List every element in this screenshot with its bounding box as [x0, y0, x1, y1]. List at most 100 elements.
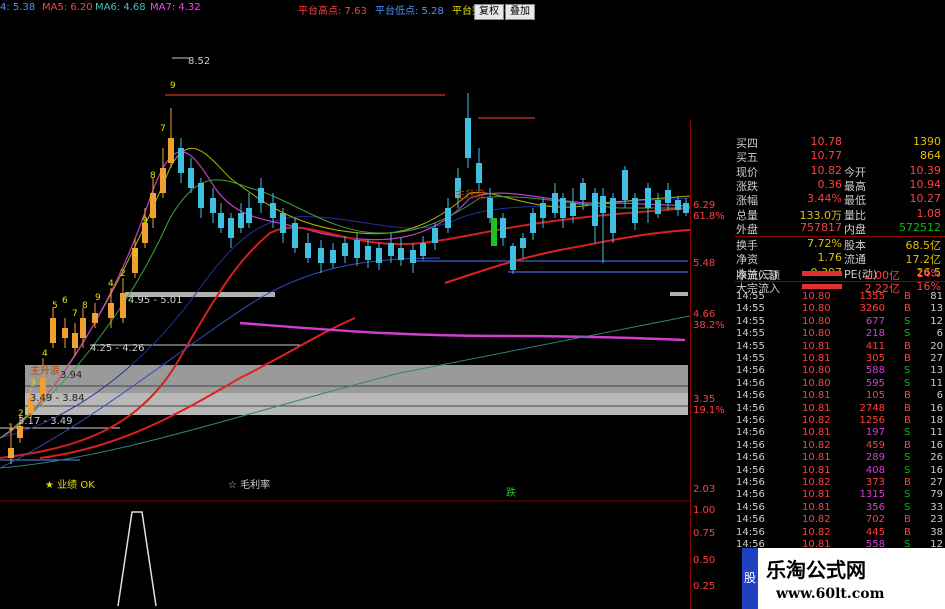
- tick-row[interactable]: 14:56 10.81 289 S 26: [734, 452, 945, 464]
- tick-row[interactable]: 14:56 10.81 408 S 16: [734, 465, 945, 477]
- candle: [388, 243, 394, 256]
- tick-price: 10.82: [802, 439, 831, 451]
- tick-row[interactable]: 14:55 10.80 1355 B 81: [734, 291, 945, 303]
- count-label: 8: [150, 171, 156, 181]
- ma6-readout: MA6: 4.68: [95, 2, 146, 13]
- tick-side: B: [904, 514, 911, 526]
- tick-side: S: [904, 328, 911, 340]
- tick-count: 81: [930, 291, 943, 302]
- candle: [228, 218, 234, 238]
- candle: [570, 203, 576, 216]
- quote-row: 买五 10.77 864: [734, 149, 945, 164]
- support-zone-band: [25, 393, 688, 415]
- candle: [465, 118, 471, 158]
- candle: [258, 188, 264, 203]
- candle: [365, 246, 371, 260]
- zone-label: 4.25 - 4.26: [90, 343, 145, 354]
- tick-row[interactable]: 14:56 10.81 197 S 11: [734, 427, 945, 439]
- tick-time: 14:56: [736, 477, 765, 488]
- tick-row[interactable]: 14:56 10.82 459 B 16: [734, 440, 945, 452]
- quote-row: 现价 10.82 今开 10.39: [734, 163, 945, 179]
- quote-v2: 10.39: [909, 163, 942, 177]
- tick-side: B: [904, 415, 911, 426]
- candle: [188, 168, 194, 188]
- axis-pct: 38.2%: [693, 320, 725, 331]
- candle: [600, 196, 606, 213]
- candle: [280, 213, 286, 233]
- support-zone-bar: [670, 292, 688, 296]
- kline-chart[interactable]: 8.52 4.95 - 5.01 4.25 - 4.26 3.94 3.49 -…: [0, 18, 690, 498]
- tick-row[interactable]: 14:56 10.82 1256 B 18: [734, 415, 945, 427]
- quote-row: 外盘 757817 内盘 572512: [734, 221, 945, 236]
- candle: [655, 200, 661, 214]
- tick-time: 14:56: [736, 526, 765, 538]
- count-label: 7: [160, 124, 166, 134]
- candle: [330, 250, 336, 263]
- tick-time: 14:56: [736, 452, 765, 464]
- count-label: 2: [120, 269, 126, 279]
- candle: [560, 198, 566, 218]
- tick-row[interactable]: 14:56 10.82 702 B 23: [734, 514, 945, 526]
- tick-price: 10.82: [802, 477, 831, 488]
- tick-row[interactable]: 14:55 10.81 305 B 27: [734, 353, 945, 365]
- candle: [92, 313, 98, 323]
- tick-count: 23: [930, 514, 943, 526]
- quote-v1: 1.76: [817, 251, 843, 265]
- tick-row[interactable]: 14:55 10.80 677 S 12: [734, 316, 945, 328]
- axis-pct: 61.8%: [693, 211, 725, 222]
- candle: [354, 240, 360, 258]
- tick-row[interactable]: 14:56 10.82 445 B 38: [734, 527, 945, 539]
- tick-price: 10.80: [802, 315, 831, 327]
- tick-side: B: [904, 439, 911, 451]
- candle: [420, 243, 426, 256]
- platform-high-readout: 平台高点: 7.63: [298, 6, 367, 17]
- count-label: 7: [72, 309, 78, 319]
- tick-price: 10.80: [802, 303, 831, 315]
- tick-row[interactable]: 14:55 10.81 411 B 20: [734, 341, 945, 353]
- tick-row[interactable]: 14:55 10.80 218 S 6: [734, 328, 945, 340]
- tick-count: 20: [930, 340, 943, 352]
- tick-row[interactable]: 14:56 10.82 373 B 27: [734, 477, 945, 489]
- tick-side: B: [904, 353, 911, 364]
- count-label: 4: [108, 279, 114, 289]
- axis-price: 3.35: [693, 394, 716, 405]
- candle: [398, 248, 404, 260]
- candle: [632, 198, 638, 223]
- quote-row: 涨幅 3.44% 最低 10.27: [734, 192, 945, 207]
- tick-row[interactable]: 14:56 10.81 105 B 6: [734, 390, 945, 402]
- watermark: 股 乐淘公式网 www.60lt.com: [742, 548, 945, 609]
- axis-price: 5.48: [693, 258, 716, 269]
- count-label: 2: [18, 409, 24, 419]
- tick-time: 14:55: [736, 315, 765, 327]
- tick-row[interactable]: 14:56 10.80 595 S 11: [734, 378, 945, 390]
- side-tab: 股: [742, 548, 758, 609]
- ma-long-magenta: [239, 321, 686, 342]
- tick-row[interactable]: 14:56 10.81 1315 S 79: [734, 489, 945, 501]
- tick-list[interactable]: 14:55 10.80 1355 B 81 14:55 10.80 3260 B 13 14:55 1…: [734, 291, 945, 551]
- tick-side: B: [904, 303, 911, 315]
- quote-row: 换手 7.72% 股本 68.5亿: [734, 237, 945, 252]
- candle: [62, 328, 68, 338]
- tick-row[interactable]: 14:56 10.81 356 S 33: [734, 502, 945, 514]
- tick-time: 14:55: [736, 340, 765, 352]
- candle: [160, 168, 166, 193]
- quote-v2: 1390: [913, 135, 941, 148]
- tick-row[interactable]: 14:55 10.80 3260 B 13: [734, 303, 945, 315]
- tick-row[interactable]: 14:56 10.80 588 S 13: [734, 365, 945, 377]
- tick-row[interactable]: 14:56 10.81 2748 B 16: [734, 403, 945, 415]
- quote-v1: 10.82: [810, 163, 843, 177]
- tick-count: 79: [930, 489, 943, 501]
- candle: [552, 193, 558, 213]
- candle: [665, 190, 671, 203]
- axis-price: 6.29: [693, 200, 716, 211]
- quote-row: 总量 133.0万 量比 1.08: [734, 207, 945, 222]
- candle: [592, 193, 598, 226]
- indicator-subchart[interactable]: [0, 498, 690, 609]
- tick-time: 14:55: [736, 328, 765, 340]
- tick-price: 10.81: [802, 390, 831, 402]
- tick-volume: 373: [865, 477, 885, 488]
- tick-price: 10.81: [802, 464, 831, 476]
- tick-time: 14:56: [736, 377, 765, 389]
- candle: [270, 203, 276, 218]
- tick-time: 14:55: [736, 353, 765, 364]
